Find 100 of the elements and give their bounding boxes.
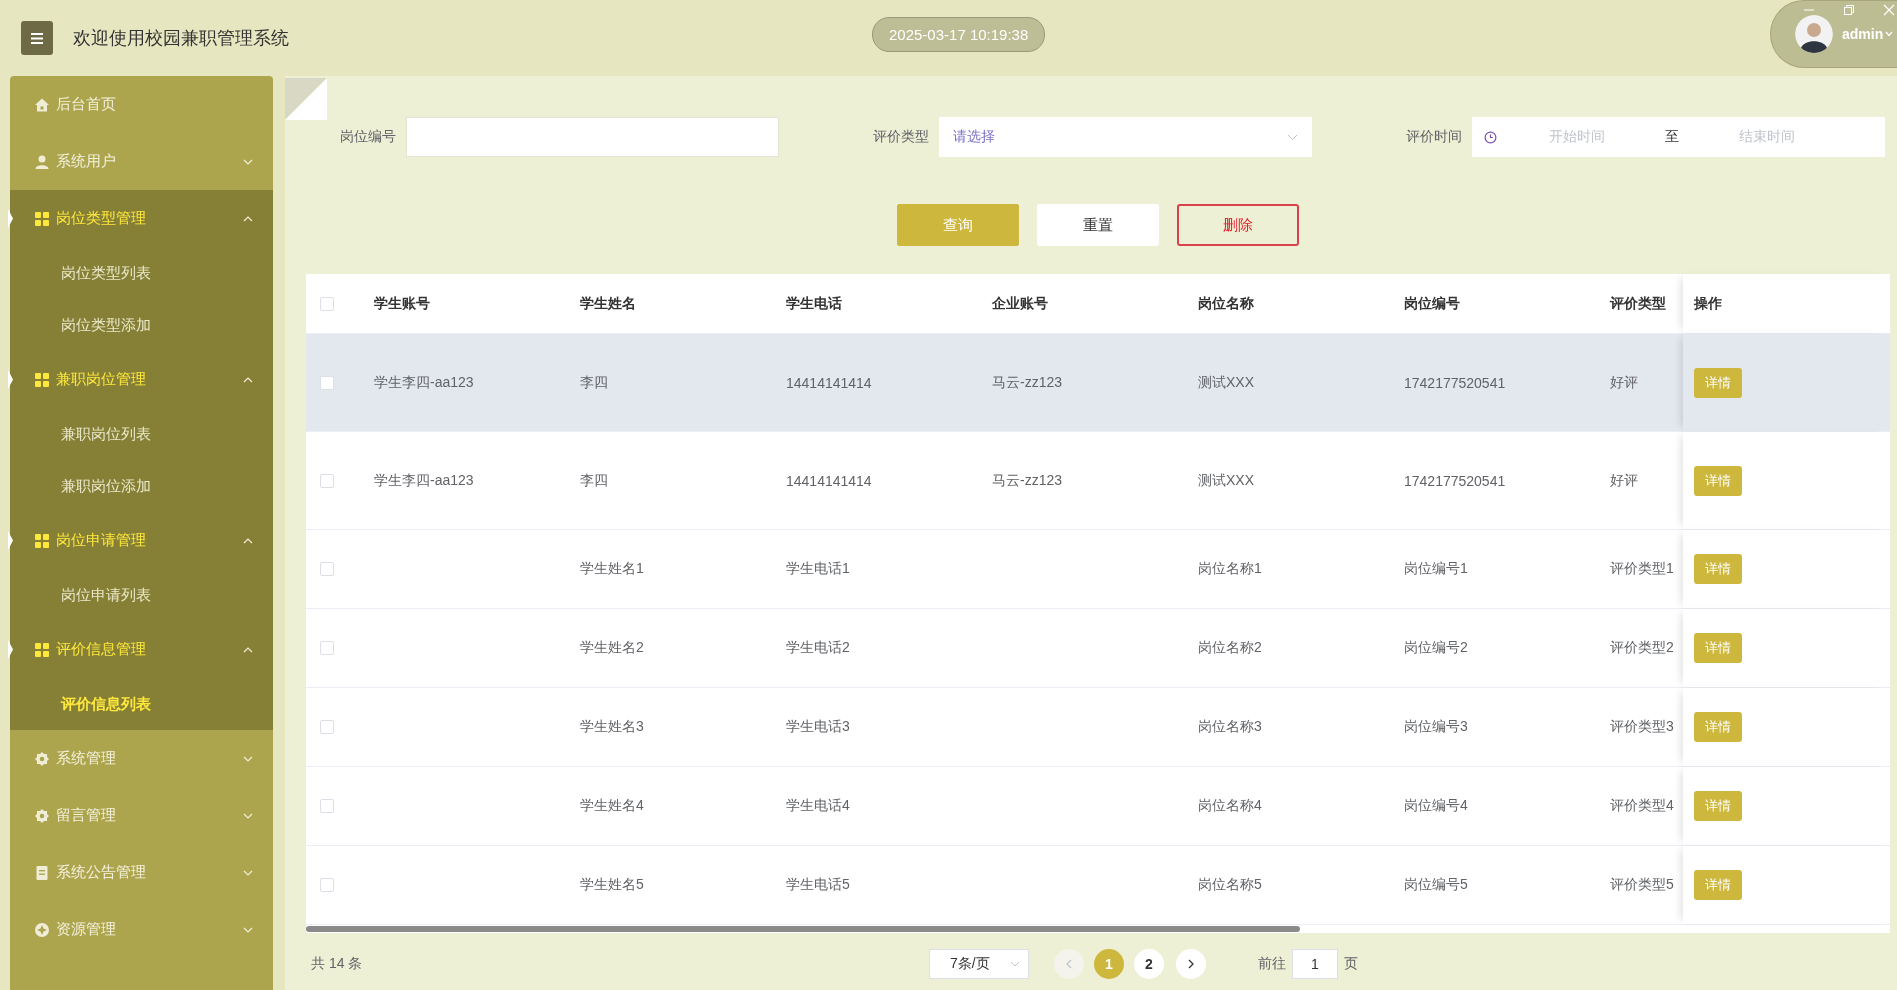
details-button[interactable]: 详情 (1694, 633, 1742, 663)
delete-button[interactable]: 删除 (1177, 204, 1299, 246)
details-button[interactable]: 详情 (1694, 367, 1742, 398)
active-marker-icon (8, 209, 16, 228)
table-cell-text: 评价类型3 (1609, 718, 1675, 736)
column-header: 学生电话 (785, 294, 843, 313)
chevron-down-icon (243, 869, 253, 876)
select-all-checkbox[interactable] (320, 296, 334, 311)
chevron-down-icon (1287, 133, 1298, 141)
table-cell-text: 岗位编号4 (1403, 797, 1469, 815)
datetime-badge: 2025-03-17 10:19:38 (872, 17, 1046, 52)
table-cell-text: 1742177520541 (1403, 472, 1507, 489)
sidebar-item[interactable]: 后台首页 (10, 76, 273, 133)
details-button[interactable]: 详情 (1694, 554, 1742, 584)
chevron-up-icon (243, 646, 253, 653)
table-cell-text: 学生姓名4 (579, 797, 645, 815)
table-cell-text: 学生李四-aa123 (373, 373, 475, 392)
user-panel[interactable]: admin (1770, 0, 1897, 68)
close-icon[interactable] (1883, 4, 1895, 16)
row-checkbox[interactable] (320, 878, 334, 892)
page-input[interactable]: 1 (1292, 949, 1338, 979)
chevron-up-icon (243, 376, 253, 383)
table-cell-text: 评价类型2 (1609, 639, 1675, 657)
end-placeholder: 结束时间 (1738, 128, 1796, 146)
restore-icon[interactable] (1843, 4, 1855, 16)
chevron-down-icon (243, 812, 253, 819)
sidebar-group[interactable]: 岗位类型管理 (10, 190, 273, 247)
details-button[interactable]: 详情 (1694, 791, 1742, 821)
table-cell-text: 学生李四-aa123 (373, 471, 475, 490)
column-header: 企业账号 (991, 294, 1049, 313)
date-range-field[interactable]: 开始时间 至 结束时间 (1472, 117, 1885, 157)
select-field[interactable]: 请选择 (939, 117, 1312, 157)
sidebar-group[interactable]: 系统公告管理 (10, 844, 273, 901)
prev-page-button[interactable] (1054, 949, 1084, 979)
table-cell-text: 岗位编号5 (1403, 876, 1469, 894)
table-cell-text: 岗位名称5 (1197, 876, 1263, 894)
range-separator: 至 (1664, 128, 1680, 146)
sidebar-group[interactable]: 兼职岗位管理 (10, 351, 273, 408)
menu-icon (31, 32, 43, 44)
page-button[interactable]: 2 (1134, 949, 1164, 979)
page-size-select[interactable]: 7条/页 (929, 949, 1029, 979)
reset-button[interactable]: 重置 (1037, 204, 1159, 246)
sidebar-subitem[interactable]: 兼职岗位添加 (10, 460, 273, 512)
filter-label: 评价类型 (872, 128, 929, 146)
row-checkbox[interactable] (320, 799, 334, 813)
clock-icon (1484, 130, 1497, 144)
table-cell-text: 测试XXX (1197, 471, 1255, 490)
row-checkbox[interactable] (320, 473, 334, 488)
column-header: 学生账号 (373, 294, 431, 313)
details-button[interactable]: 详情 (1694, 870, 1742, 900)
next-page-button[interactable] (1176, 949, 1206, 979)
scrollbar-thumb[interactable] (306, 926, 1300, 932)
sidebar-subitem[interactable]: 兼职岗位列表 (10, 408, 273, 460)
row-checkbox[interactable] (320, 562, 334, 576)
start-placeholder: 开始时间 (1548, 128, 1606, 146)
gear-icon (34, 807, 50, 824)
column-header: 岗位名称 (1197, 294, 1255, 313)
sidebar-subitem[interactable]: 评价信息列表 (10, 678, 273, 730)
table-cell-text: 学生电话5 (785, 876, 851, 894)
document-icon (34, 864, 50, 881)
row-checkbox[interactable] (320, 375, 334, 390)
sidebar-group[interactable]: 资源管理 (10, 901, 273, 958)
total-count: 共 14 条 (310, 955, 364, 973)
chevron-up-icon (243, 215, 253, 222)
row-checkbox[interactable] (320, 720, 334, 734)
table-cell-text: 学生电话3 (785, 718, 851, 736)
table-cell-text: 岗位名称4 (1197, 797, 1263, 815)
sidebar-subitem[interactable]: 岗位类型列表 (10, 247, 273, 299)
table-cell-text: 岗位名称3 (1197, 718, 1263, 736)
table-cell-text: 评价类型5 (1609, 876, 1675, 894)
table-cell-text: 学生电话4 (785, 797, 851, 815)
table-cell-text: 岗位编号3 (1403, 718, 1469, 736)
column-header: 学生姓名 (579, 294, 637, 313)
sidebar-group[interactable]: 系统用户 (10, 133, 273, 190)
table-cell-text: 马云-zz123 (991, 471, 1064, 490)
column-header: 岗位编号 (1403, 294, 1461, 313)
input-field[interactable] (406, 117, 779, 157)
sidebar-group[interactable]: 留言管理 (10, 787, 273, 844)
details-button[interactable]: 详情 (1694, 465, 1742, 496)
sidebar-subitem[interactable]: 岗位申请列表 (10, 569, 273, 621)
home-icon (34, 96, 50, 113)
table-cell-text: 好评 (1609, 373, 1639, 392)
table-cell-text: 1742177520541 (1403, 374, 1507, 391)
sidebar-group[interactable]: 评价信息管理 (10, 621, 273, 678)
table-cell-text: 学生姓名5 (579, 876, 645, 894)
column-header: 操作 (1694, 294, 1722, 313)
sidebar-group[interactable]: 系统管理 (10, 730, 273, 787)
sidebar-subitem[interactable]: 岗位类型添加 (10, 299, 273, 351)
filter-label: 评价时间 (1405, 128, 1462, 146)
user-icon (34, 153, 50, 170)
details-button[interactable]: 详情 (1694, 712, 1742, 742)
menu-button[interactable] (21, 21, 53, 55)
page-button[interactable]: 1 (1094, 949, 1124, 979)
user-name: admin (1842, 26, 1884, 42)
row-checkbox[interactable] (320, 641, 334, 655)
sidebar-group[interactable]: 岗位申请管理 (10, 512, 273, 569)
column-header: 评价类型 (1608, 294, 1667, 313)
filter-label: 岗位编号 (339, 128, 396, 146)
table-cell-text: 14414141414 (785, 374, 873, 391)
search-button[interactable]: 查询 (897, 204, 1019, 246)
